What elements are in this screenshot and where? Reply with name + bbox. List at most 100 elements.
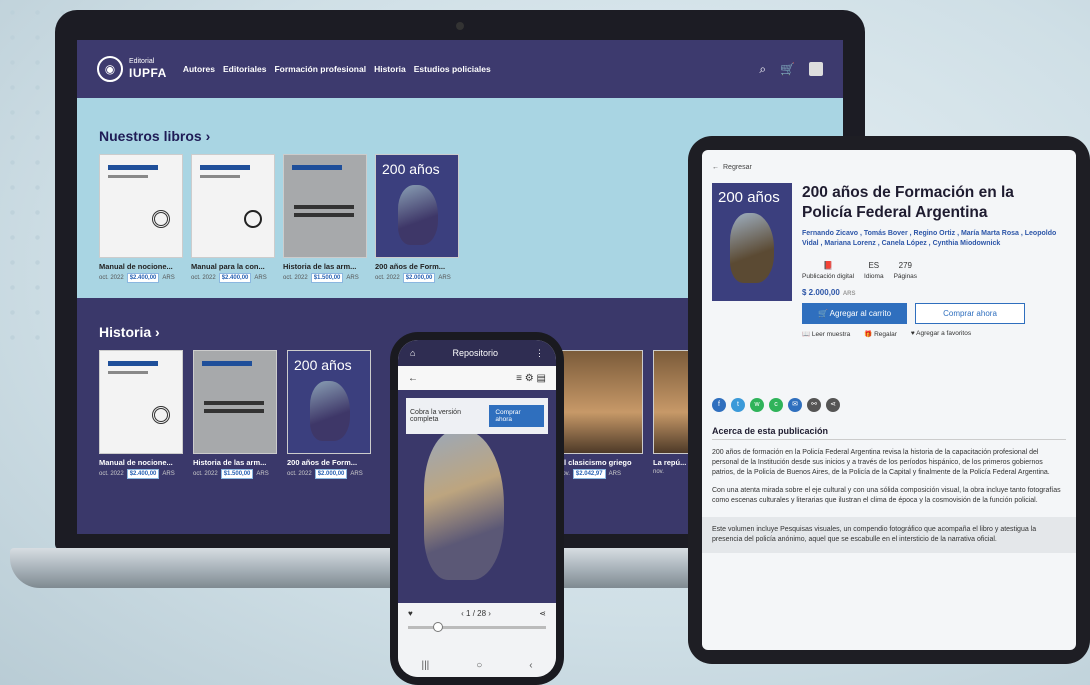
book-card[interactable]: El clasicismo griego nov. $2.042,97 ARS — [559, 350, 643, 479]
phone-url: Repositorio — [452, 348, 498, 358]
book-card[interactable]: 200 años 200 años de Form... oct. 2022 $2… — [287, 350, 371, 479]
book-price: $2.042,97 — [572, 469, 606, 479]
buy-now-button[interactable]: Comprar ahora — [489, 405, 544, 427]
about-paragraph: 200 años de formación en la Policía Fede… — [712, 448, 1050, 477]
section-nuestros-libros: Nuestros libros › Manual de nocione... o… — [99, 128, 459, 283]
book-card[interactable]: Historia de las arm... oct. 2022 $1.500,0… — [193, 350, 277, 479]
book-title: Historia de las arm... — [193, 458, 267, 467]
menu-icon[interactable]: ≡ — [516, 373, 522, 384]
book-title: Manual de nocione... — [99, 458, 173, 467]
book-cover — [191, 154, 275, 258]
book-date: oct. 2022 — [375, 275, 400, 281]
nav-link-historia[interactable]: Historia — [374, 64, 406, 74]
page-slider[interactable] — [408, 622, 546, 632]
cover-illustration — [424, 430, 504, 580]
banner-text: Cobra la versión completa — [410, 409, 461, 423]
about-paragraph: Con una atenta mirada sobre el eje cultu… — [712, 487, 1061, 505]
back-link[interactable]: ← Regresar — [712, 164, 1066, 171]
next-page-button[interactable]: › — [488, 609, 491, 618]
wechat-icon[interactable]: c — [769, 397, 783, 412]
logo-big: IUPFA — [129, 65, 167, 80]
book-price: $2.400,00 — [218, 273, 252, 283]
phone-status-bar: ⌂ Repositorio ⋮ — [398, 340, 556, 366]
favorite-link[interactable]: ♥ Agregar a favoritos — [911, 330, 971, 338]
recents-icon[interactable]: ||| — [421, 660, 429, 671]
back-arrow-icon[interactable]: ← — [408, 373, 418, 384]
purchase-banner: Cobra la versión completa Comprar ahora — [406, 398, 548, 434]
book-icon: 📕 — [823, 260, 833, 270]
nav-link-formacion[interactable]: Formación profesional — [274, 64, 366, 74]
book-cover — [99, 350, 183, 454]
book-date: oct. 2022 — [283, 275, 308, 281]
share-buttons: f t w c ✉ ⚯ ⋖ — [712, 397, 1066, 412]
facebook-icon[interactable]: f — [712, 397, 726, 412]
document-icon[interactable]: ▤ — [537, 373, 546, 384]
phone: ⌂ Repositorio ⋮ ← ≡ ⚙ ▤ Cobra la versión… — [390, 332, 564, 685]
book-cover — [193, 350, 277, 454]
book-title: 200 años de Form... — [287, 458, 358, 467]
prev-page-button[interactable]: ‹ — [461, 609, 464, 618]
logo[interactable]: ◉ Editorial IUPFA — [97, 56, 167, 82]
nav-link-editoriales[interactable]: Editoriales — [223, 64, 266, 74]
twitter-icon[interactable]: t — [731, 397, 745, 412]
share-icon[interactable]: ⋖ — [826, 397, 840, 412]
buy-now-button[interactable]: Comprar ahora — [915, 302, 1025, 324]
bookmark-icon[interactable]: ♥ — [408, 609, 413, 618]
slider-knob[interactable] — [432, 622, 443, 632]
whatsapp-icon[interactable]: w — [750, 397, 764, 412]
add-to-cart-button[interactable]: 🛒 Agregar al carrito — [802, 302, 907, 324]
book-card[interactable]: Manual para la con... oct. 2022 $2.400,00… — [191, 154, 275, 283]
share-icon[interactable]: ⋖ — [539, 609, 546, 618]
search-icon[interactable]: ⌕ — [759, 62, 766, 77]
avatar[interactable] — [809, 62, 823, 76]
book-title: El clasicismo griego — [559, 458, 632, 467]
book-date: oct. 2022 — [287, 471, 312, 477]
tablet-screen: ← Regresar 200 años 200 años de Formació… — [702, 150, 1076, 650]
logo-mark-icon: ◉ — [97, 56, 123, 82]
settings-icon[interactable]: ⚙ — [525, 373, 534, 384]
arrow-left-icon: ← — [712, 164, 719, 171]
navbar: ◉ Editorial IUPFA Autores Editoriales Fo… — [77, 40, 843, 98]
book-date: nov. — [653, 469, 664, 475]
gift-link[interactable]: 🎁 Regalar — [864, 330, 897, 338]
book-cover — [283, 154, 367, 258]
section-title: Historia — [99, 324, 152, 340]
book-card[interactable]: Manual de nocione... oct. 2022 $2.400,00 A… — [99, 154, 183, 283]
book-authors[interactable]: Fernando Zicavo , Tomás Bover , Regino O… — [802, 229, 1066, 249]
about-note: Este volumen incluye Pesquisas visuales,… — [702, 516, 1076, 553]
read-sample-link[interactable]: 📖 Leer muestra — [802, 330, 850, 338]
book-card[interactable]: Manual de nocione... oct. 2022 $2.400,00 A… — [99, 350, 183, 479]
book-price: $2.000,00 — [402, 273, 436, 283]
book-card[interactable]: 200 años 200 años de Form... oct. 2022 $2… — [375, 154, 459, 283]
reader-toolbar: ← ≡ ⚙ ▤ — [398, 366, 556, 390]
nav-links: Autores Editoriales Formación profesiona… — [183, 64, 491, 74]
book-price: $2.400,00 — [126, 469, 160, 479]
book-cover — [99, 154, 183, 258]
link-icon[interactable]: ⚯ — [807, 397, 821, 412]
book-title: 200 años de Form... — [375, 262, 446, 271]
email-icon[interactable]: ✉ — [788, 397, 802, 412]
home-button-icon[interactable]: ○ — [476, 660, 482, 671]
about-section: Acerca de esta publicación 200 años de f… — [702, 426, 1076, 553]
book-date: oct. 2022 — [99, 471, 124, 477]
home-icon[interactable]: ⌂ — [410, 348, 415, 358]
nav-link-autores[interactable]: Autores — [183, 64, 215, 74]
book-detail: 200 años 200 años de Formación en la Pol… — [712, 183, 1066, 338]
cart-icon[interactable]: 🛒 — [780, 62, 795, 76]
book-price: $ 2.000,00 ARS — [802, 287, 856, 297]
nav-link-estudios[interactable]: Estudios policiales — [414, 64, 491, 74]
back-label: Regresar — [723, 164, 752, 171]
tablet: ← Regresar 200 años 200 años de Formació… — [688, 136, 1090, 664]
more-icon[interactable]: ⋮ — [535, 348, 544, 359]
page-indicator: 1 / 28 — [466, 609, 487, 618]
book-cover — [559, 350, 643, 454]
phone-screen: ⌂ Repositorio ⋮ ← ≡ ⚙ ▤ Cobra la versión… — [398, 340, 556, 677]
book-date: oct. 2022 — [191, 275, 216, 281]
book-date: oct. 2022 — [99, 275, 124, 281]
back-icon[interactable]: ‹ — [529, 660, 532, 671]
about-title: Acerca de esta publicación — [712, 426, 1066, 440]
book-cover: 200 años — [287, 350, 371, 454]
book-card[interactable]: Historia de las arm... oct. 2022 $1.500,0… — [283, 154, 367, 283]
reader-controls: ♥ ‹ 1 / 28 › ⋖ — [398, 603, 556, 653]
book-cover: 200 años — [712, 183, 792, 301]
